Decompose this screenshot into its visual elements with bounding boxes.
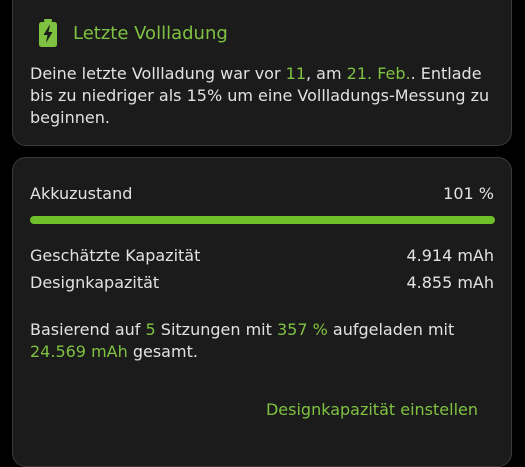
health-row: Akkuzustand 101 % <box>30 184 494 203</box>
estimated-capacity-value: 4.914 mAh <box>406 246 494 265</box>
health-value: 101 % <box>443 184 494 203</box>
card-title: Letzte Vollladung <box>73 22 228 44</box>
battery-health-card: Akkuzustand 101 % Geschätzte Kapazität 4… <box>12 157 512 467</box>
sessions-count: 5 <box>145 320 156 339</box>
battery-charging-icon <box>39 19 57 47</box>
estimated-capacity-label: Geschätzte Kapazität <box>30 246 201 265</box>
set-design-capacity-button[interactable]: Designkapazität einstellen <box>266 400 478 419</box>
days-since-value: 11 <box>285 64 306 83</box>
design-capacity-value: 4.855 mAh <box>406 273 494 292</box>
last-full-charge-card: Letzte Vollladung Deine letzte Vollladun… <box>12 0 512 146</box>
sessions-summary: Basierend auf 5 Sitzungen mit 357 % aufg… <box>30 320 455 361</box>
health-progress-fill <box>30 216 495 224</box>
charged-percent: 357 % <box>276 320 328 339</box>
last-charge-description: Deine letzte Vollladung war vor 11, am 2… <box>30 64 490 127</box>
design-capacity-row: Designkapazität 4.855 mAh <box>30 273 494 292</box>
design-capacity-label: Designkapazität <box>30 273 160 292</box>
estimated-capacity-row: Geschätzte Kapazität 4.914 mAh <box>30 246 494 265</box>
total-charged: 24.569 mAh <box>30 342 128 361</box>
health-label: Akkuzustand <box>30 184 133 203</box>
card-header: Letzte Vollladung <box>37 19 228 47</box>
last-charge-date: 21. Feb. <box>346 64 411 83</box>
health-progress-bar <box>30 216 495 224</box>
